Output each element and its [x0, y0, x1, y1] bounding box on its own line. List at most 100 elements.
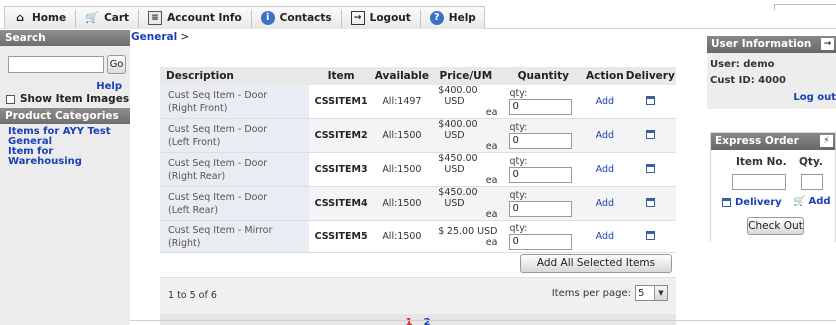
- item-delivery: [624, 220, 676, 253]
- search-heading: Search: [0, 30, 130, 46]
- express-qty-input[interactable]: [801, 174, 823, 190]
- add-item-link[interactable]: Add: [596, 164, 614, 175]
- nav-home[interactable]: ⌂ Home: [11, 11, 68, 25]
- col-action: Action: [585, 67, 625, 85]
- user-info-heading: User Information →: [707, 36, 836, 53]
- express-item-input[interactable]: [732, 174, 786, 190]
- quantity-input[interactable]: 0: [509, 234, 573, 250]
- add-all-selected-button[interactable]: Add All Selected Items: [520, 254, 672, 273]
- item-delivery: [624, 152, 676, 187]
- top-nav: ⌂ Home 🛒 Cart ≡ Account Info i Contacts …: [4, 6, 485, 29]
- item-quantity: qty:0: [501, 152, 586, 187]
- nav-cart[interactable]: 🛒 Cart: [83, 11, 131, 25]
- item-price: $400.00 USD ea: [430, 85, 502, 119]
- item-number: CSSITEM1: [308, 85, 374, 119]
- calendar-icon[interactable]: [645, 230, 655, 240]
- help-icon: ?: [429, 11, 444, 25]
- col-delivery: Delivery: [624, 67, 676, 85]
- show-images-toggle[interactable]: Show Item Images: [6, 93, 129, 105]
- add-item-link[interactable]: Add: [596, 231, 614, 242]
- quantity-input[interactable]: 0: [509, 99, 573, 115]
- nav-contacts[interactable]: i Contacts: [259, 11, 334, 25]
- item-number: CSSITEM3: [308, 152, 374, 187]
- nav-divider: [138, 9, 140, 27]
- col-quantity: Quantity: [501, 67, 586, 85]
- item-number: CSSITEM4: [308, 186, 374, 221]
- item-available: All:1500: [373, 220, 431, 253]
- bottom-divider: [130, 320, 836, 321]
- chevron-down-icon[interactable]: ▼: [654, 286, 667, 300]
- quantity-input[interactable]: 0: [509, 133, 573, 149]
- item-delivery: [624, 186, 676, 221]
- breadcrumb-separator: >: [180, 31, 190, 43]
- items-table: Description Item Available Price/UM Quan…: [160, 67, 676, 253]
- add-item-link[interactable]: Add: [596, 130, 614, 141]
- right-column: User Information → User: demo Cust ID: 4…: [707, 36, 836, 242]
- express-delivery-label: Delivery: [735, 197, 782, 208]
- items-per-page-value: 5: [638, 287, 645, 299]
- item-action: Add: [585, 152, 625, 187]
- item-available: All:1500: [373, 186, 431, 221]
- calendar-icon[interactable]: [645, 163, 655, 173]
- add-item-link[interactable]: Add: [596, 198, 614, 209]
- item-description: Cust Seq Item - Door (Left Rear): [160, 186, 309, 221]
- search-input[interactable]: [8, 56, 104, 73]
- item-quantity: qty:0: [501, 118, 586, 153]
- item-description: Cust Seq Item - Mirror (Right): [160, 220, 309, 253]
- item-description: Cust Seq Item - Door (Left Front): [160, 118, 309, 153]
- nav-divider: [419, 9, 421, 27]
- item-price: $400.00 USD ea: [430, 118, 502, 153]
- home-icon: ⌂: [16, 11, 24, 24]
- breadcrumb-general[interactable]: General: [131, 31, 177, 43]
- nav-divider: [250, 9, 252, 27]
- qty-label: Qty.: [799, 156, 823, 168]
- nav-help[interactable]: ? Help: [428, 11, 478, 25]
- item-delivery: [624, 85, 676, 119]
- calendar-icon[interactable]: [645, 129, 655, 139]
- category-link[interactable]: Item for Warehousing: [8, 147, 130, 167]
- logout-icon: →: [350, 11, 365, 25]
- item-description: Cust Seq Item - Door (Right Rear): [160, 152, 309, 187]
- item-description: Cust Seq Item - Door (Right Front): [160, 85, 309, 119]
- checkout-button[interactable]: Check Out: [747, 217, 804, 235]
- add-item-link[interactable]: Add: [596, 96, 614, 107]
- item-quantity: qty:0: [501, 85, 586, 119]
- page-2-link[interactable]: 2: [424, 317, 431, 325]
- item-no-label: Item No.: [736, 156, 787, 168]
- items-per-page-label: Items per page:: [551, 287, 631, 299]
- express-add-link[interactable]: 🛒 Add: [793, 196, 831, 207]
- item-available: All:1497: [373, 85, 431, 119]
- express-order-title: Express Order: [715, 135, 799, 147]
- customer-id: Cust ID: 4000: [710, 75, 787, 86]
- item-number: CSSITEM2: [308, 118, 374, 153]
- nav-account-label: Account Info: [167, 12, 242, 24]
- calendar-icon[interactable]: [645, 197, 655, 207]
- show-images-checkbox[interactable]: [6, 94, 15, 104]
- categories-heading: Product Categories: [0, 108, 130, 124]
- nav-divider: [75, 9, 77, 27]
- logout-link[interactable]: Log out: [793, 92, 836, 103]
- account-icon: ≡: [148, 11, 163, 25]
- item-action: Add: [585, 186, 625, 221]
- col-available: Available: [373, 67, 431, 85]
- col-item: Item: [308, 67, 374, 85]
- express-add-label: Add: [808, 196, 831, 207]
- quantity-input[interactable]: 0: [509, 167, 573, 183]
- quantity-input[interactable]: 0: [509, 201, 573, 217]
- runner-icon: ⚡: [820, 135, 833, 147]
- item-price: $450.00 USD ea: [430, 152, 502, 187]
- nav-account-info[interactable]: ≡ Account Info: [146, 11, 244, 25]
- nav-divider: [340, 9, 342, 27]
- items-per-page-select[interactable]: 5 ▼: [635, 285, 668, 301]
- table-row: Cust Seq Item - Mirror (Right) CSSITEM5 A…: [160, 220, 676, 253]
- go-button[interactable]: Go: [107, 55, 126, 74]
- express-order-body: Item No. Qty. Delivery 🛒 Add Check Out: [711, 150, 835, 242]
- nav-logout-label: Logout: [369, 12, 411, 24]
- search-help-link[interactable]: Help: [96, 81, 122, 92]
- nav-logout[interactable]: → Logout: [349, 11, 413, 25]
- express-delivery-link[interactable]: Delivery: [722, 197, 782, 208]
- search-panel: Go Help Show Item Images: [0, 46, 130, 108]
- table-row: Cust Seq Item - Door (Right Rear) CSSITEM…: [160, 152, 676, 187]
- calendar-icon[interactable]: [645, 95, 655, 105]
- express-order-heading: Express Order ⚡: [711, 133, 835, 150]
